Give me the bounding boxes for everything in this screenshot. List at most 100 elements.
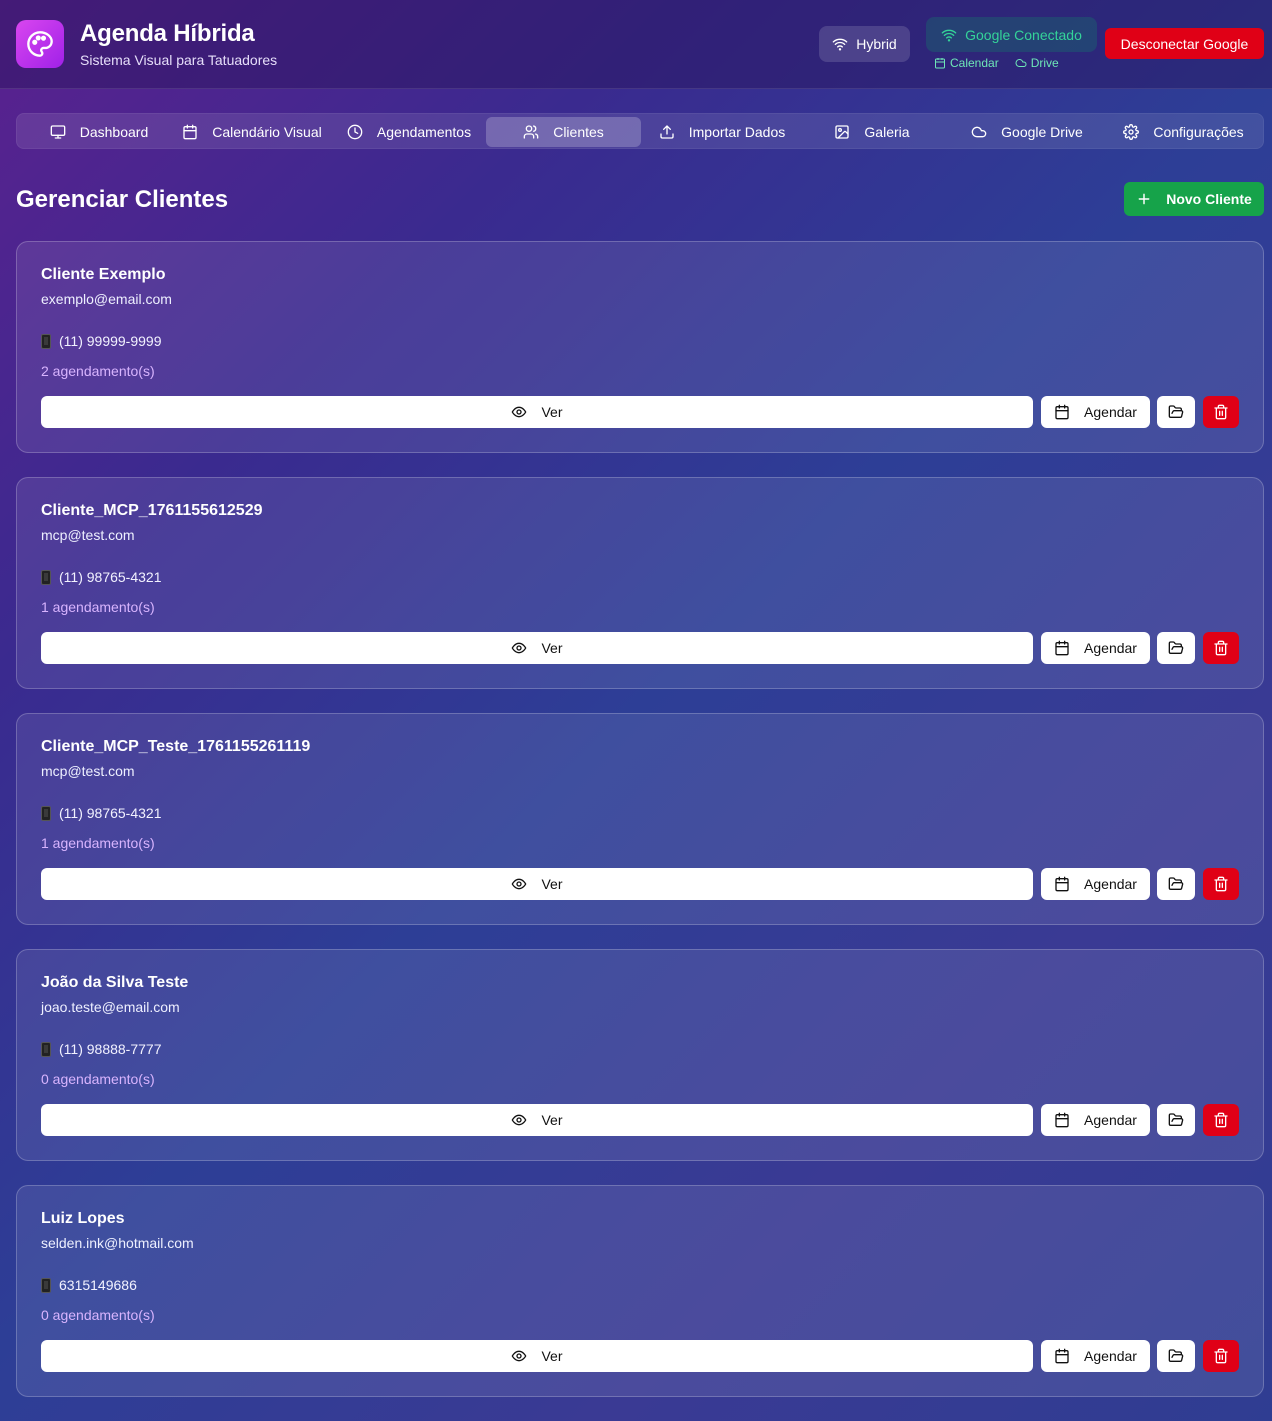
schedule-button-label: Agendar [1084, 1112, 1137, 1128]
monitor-icon [50, 124, 66, 140]
schedule-button-label: Agendar [1084, 876, 1137, 892]
tab-configuracoes[interactable]: Configurações [1111, 117, 1256, 147]
calendar-icon [1054, 1348, 1070, 1364]
client-name: Cliente_MCP_Teste_1761155261119 [41, 738, 311, 755]
view-button-label: Ver [541, 1112, 563, 1128]
folder-icon [1168, 876, 1184, 892]
google-status-label: Google Conectado [965, 26, 1082, 43]
new-client-button[interactable]: Novo Cliente [1124, 182, 1264, 216]
client-phone-number: (11) 98765-4321 [59, 569, 162, 585]
folder-icon [1168, 1348, 1184, 1364]
tab-label: Calendário Visual [212, 124, 322, 140]
eye-icon [511, 1112, 527, 1128]
gear-icon [1123, 124, 1140, 140]
folder-icon [1168, 640, 1184, 656]
delete-client-button[interactable] [1203, 1340, 1239, 1372]
tab-dashboard[interactable]: Dashboard [29, 117, 169, 147]
wifi-icon [832, 36, 848, 52]
client-phone-number: (11) 98765-4321 [59, 805, 162, 821]
tab-google-drive[interactable]: Google Drive [957, 117, 1097, 147]
disconnect-google-button[interactable]: Desconectar Google [1105, 28, 1264, 59]
open-folder-button[interactable] [1157, 1340, 1195, 1372]
view-button-label: Ver [541, 1348, 563, 1364]
view-client-button[interactable]: Ver [41, 868, 1033, 900]
tab-clientes[interactable]: Clientes [486, 117, 641, 147]
open-folder-button[interactable] [1157, 632, 1195, 664]
phone-icon [41, 569, 51, 585]
open-folder-button[interactable] [1157, 396, 1195, 428]
client-appointments-count: 0 agendamento(s) [41, 1307, 155, 1323]
tab-galeria[interactable]: Galeria [817, 117, 927, 147]
client-name: Cliente Exemplo [41, 266, 166, 283]
client-card: Cliente_MCP_Teste_1761155261119 mcp@test… [16, 713, 1264, 925]
delete-client-button[interactable] [1203, 868, 1239, 900]
schedule-client-button[interactable]: Agendar [1041, 868, 1150, 900]
calendar-icon [1054, 404, 1070, 420]
trash-icon [1213, 1348, 1229, 1364]
eye-icon [511, 404, 527, 420]
tab-label: Google Drive [1001, 124, 1083, 140]
trash-icon [1213, 1112, 1229, 1128]
tab-label: Dashboard [79, 124, 149, 140]
schedule-client-button[interactable]: Agendar [1041, 1104, 1150, 1136]
hybrid-mode-button[interactable]: Hybrid [819, 26, 910, 62]
calendar-icon [934, 57, 946, 69]
client-appointments-count: 1 agendamento(s) [41, 599, 155, 615]
clock-icon [347, 124, 363, 140]
client-phone: (11) 98765-4321 [41, 569, 161, 585]
hybrid-mode-label: Hybrid [856, 36, 897, 52]
client-appointments-count: 1 agendamento(s) [41, 835, 155, 851]
client-card: Cliente Exemplo exemplo@email.com (11) 9… [16, 241, 1264, 453]
phone-icon [41, 1041, 51, 1057]
client-email: exemplo@email.com [41, 291, 172, 307]
tab-calendario-visual[interactable]: Calendário Visual [177, 117, 327, 147]
image-icon [834, 124, 850, 140]
calendar-icon [1054, 640, 1070, 656]
app-header: Agenda Híbrida Sistema Visual para Tatua… [0, 0, 1272, 89]
schedule-button-label: Agendar [1084, 1348, 1137, 1364]
view-client-button[interactable]: Ver [41, 1340, 1033, 1372]
palette-logo-icon [16, 20, 64, 68]
google-service-drive: Drive [1030, 56, 1059, 70]
upload-icon [659, 124, 675, 140]
schedule-client-button[interactable]: Agendar [1041, 1340, 1150, 1372]
google-service-calendar: Calendar [950, 56, 999, 70]
phone-icon [41, 805, 51, 821]
google-services: Calendar Drive [934, 56, 1059, 70]
delete-client-button[interactable] [1203, 396, 1239, 428]
delete-client-button[interactable] [1203, 632, 1239, 664]
cloud-icon [1015, 57, 1027, 69]
tab-label: Configurações [1153, 124, 1244, 140]
view-button-label: Ver [541, 404, 563, 420]
tab-agendamentos[interactable]: Agendamentos [339, 117, 479, 147]
page-title: Gerenciar Clientes [16, 186, 229, 213]
client-card: Cliente_MCP_1761155612529 mcp@test.com (… [16, 477, 1264, 689]
open-folder-button[interactable] [1157, 1104, 1195, 1136]
view-client-button[interactable]: Ver [41, 632, 1033, 664]
tab-label: Galeria [864, 124, 910, 140]
tab-importar-dados[interactable]: Importar Dados [647, 117, 797, 147]
phone-icon [41, 333, 51, 349]
client-phone: 6315149686 [41, 1277, 137, 1293]
folder-icon [1168, 404, 1184, 420]
tab-label: Agendamentos [376, 124, 472, 140]
tab-label: Importar Dados [688, 124, 786, 140]
delete-client-button[interactable] [1203, 1104, 1239, 1136]
view-client-button[interactable]: Ver [41, 396, 1033, 428]
view-client-button[interactable]: Ver [41, 1104, 1033, 1136]
app-title: Agenda Híbrida [80, 20, 255, 47]
client-name: Luiz Lopes [41, 1210, 125, 1227]
client-email: joao.teste@email.com [41, 999, 180, 1015]
client-name: Cliente_MCP_1761155612529 [41, 502, 263, 519]
main-nav: Dashboard Calendário Visual Agendamentos… [16, 113, 1264, 149]
client-email: mcp@test.com [41, 527, 135, 543]
schedule-client-button[interactable]: Agendar [1041, 396, 1150, 428]
schedule-client-button[interactable]: Agendar [1041, 632, 1150, 664]
tab-label: Clientes [553, 124, 604, 140]
open-folder-button[interactable] [1157, 868, 1195, 900]
client-card: João da Silva Teste joao.teste@email.com… [16, 949, 1264, 1161]
trash-icon [1213, 876, 1229, 892]
client-phone-number: (11) 99999-9999 [59, 333, 162, 349]
client-phone: (11) 98888-7777 [41, 1041, 161, 1057]
client-card: Luiz Lopes selden.ink@hotmail.com 631514… [16, 1185, 1264, 1397]
